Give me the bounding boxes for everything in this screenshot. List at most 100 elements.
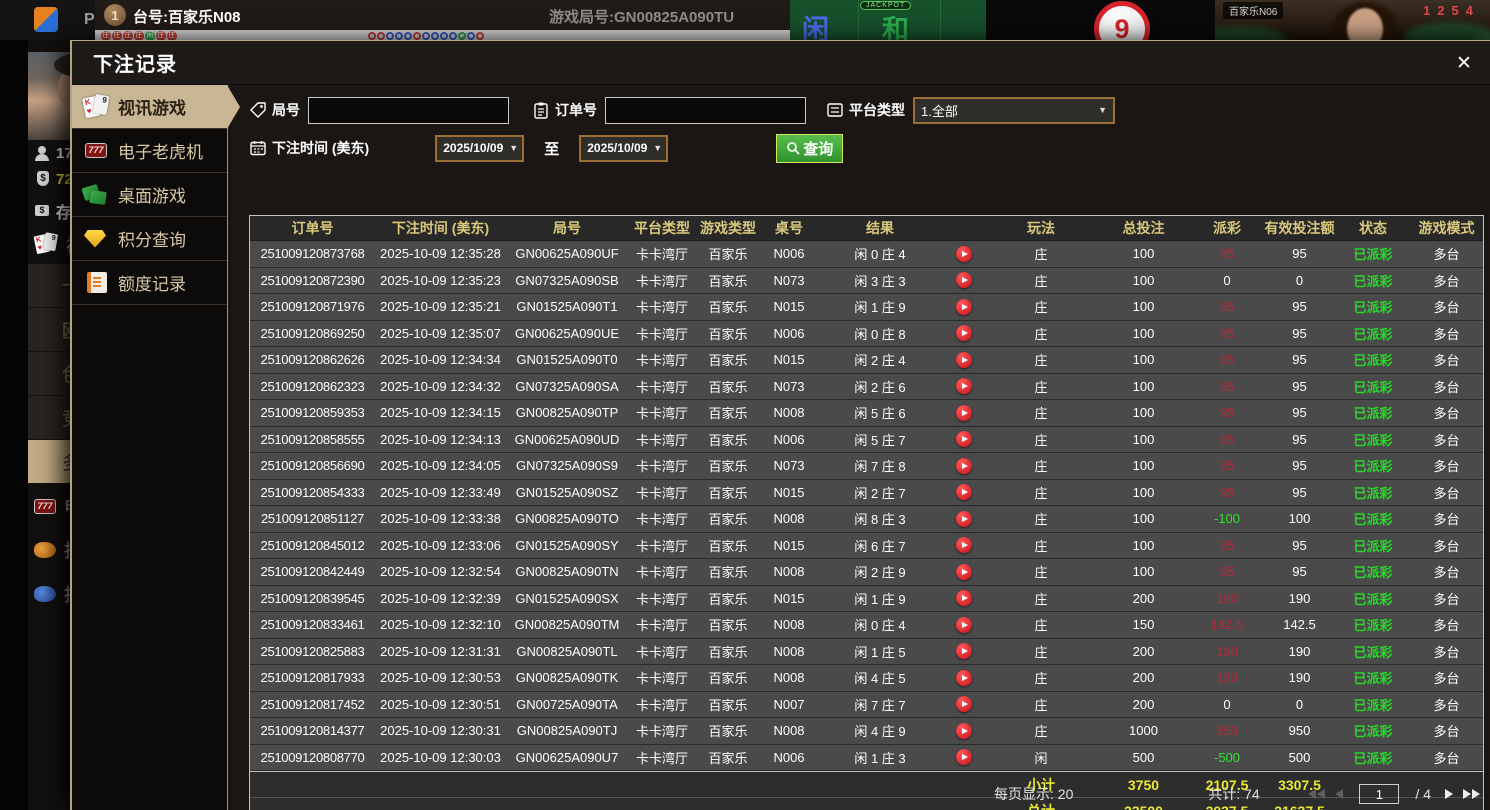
first-page-icon[interactable] — [1308, 789, 1325, 799]
search-button[interactable]: 查询 — [776, 134, 843, 163]
replay-play-icon[interactable] — [956, 325, 972, 341]
menu-item-video-games[interactable]: K♥9 视讯游戏 — [72, 85, 227, 129]
replay-play-icon[interactable] — [956, 299, 972, 315]
replay-play-icon[interactable] — [956, 431, 972, 447]
cell-total-bet: 150 — [1096, 617, 1191, 632]
replay-play-icon[interactable] — [956, 246, 972, 262]
cell-replay — [942, 670, 986, 686]
order-field-label-wrap: 订单号 — [532, 100, 597, 120]
date-to-picker[interactable]: 2025/10/09 ▼ — [579, 135, 668, 162]
cell-payout: 190 — [1191, 670, 1263, 685]
replay-play-icon[interactable] — [956, 723, 972, 739]
replay-play-icon[interactable] — [956, 378, 972, 394]
replay-play-icon[interactable] — [956, 272, 972, 288]
platform-type-select[interactable]: 1.全部 ▼ — [913, 97, 1115, 124]
next-page-icon[interactable] — [1445, 789, 1453, 799]
round-number-input[interactable] — [308, 97, 509, 124]
cell-game-mode: 多台 — [1410, 536, 1483, 555]
page-number-input[interactable] — [1359, 784, 1399, 804]
cell-payout: 95 — [1191, 458, 1263, 473]
cell-result: 闲 0 庄 4 — [818, 615, 942, 634]
cell-order-id: 251009120817452 — [250, 697, 375, 712]
cell-total-bet: 100 — [1096, 273, 1191, 288]
cell-play-side: 庄 — [986, 456, 1096, 475]
table-row: 2510091208719762025-10-09 12:35:21GN0152… — [250, 294, 1483, 321]
replay-play-icon[interactable] — [956, 537, 972, 553]
table-row: 2510091208585552025-10-09 12:34:13GN0062… — [250, 427, 1483, 454]
replay-play-icon[interactable] — [956, 670, 972, 686]
cell-valid-bet: 0 — [1263, 697, 1336, 712]
cell-total-bet: 100 — [1096, 352, 1191, 367]
cell-replay — [942, 484, 986, 500]
cell-result: 闲 5 庄 6 — [818, 403, 942, 422]
replay-play-icon[interactable] — [956, 643, 972, 659]
cell-status: 已派彩 — [1336, 562, 1410, 581]
road-ring — [422, 32, 430, 40]
cell-game-mode: 多台 — [1410, 721, 1483, 740]
tag-icon — [249, 101, 267, 119]
order-number-input[interactable] — [605, 97, 806, 124]
cell-round-number: GN00625A090UD — [506, 432, 628, 447]
cell-table-number: N015 — [760, 538, 818, 553]
cell-game-type: 百家乐 — [696, 695, 760, 714]
menu-item-slots[interactable]: 777 电子老虎机 — [72, 129, 227, 173]
cell-order-id: 251009120808770 — [250, 750, 375, 765]
table-row: 2510091208424492025-10-09 12:32:54GN0082… — [250, 559, 1483, 586]
cell-valid-bet: 95 — [1263, 352, 1336, 367]
cell-payout: 95 — [1191, 246, 1263, 261]
cell-replay — [942, 537, 986, 553]
cell-result: 闲 3 庄 3 — [818, 271, 942, 290]
last-page-icon[interactable] — [1463, 789, 1480, 799]
replay-play-icon[interactable] — [956, 511, 972, 527]
replay-play-icon[interactable] — [956, 749, 972, 765]
video-table-hint — [1215, 26, 1285, 40]
cell-replay — [942, 405, 986, 421]
replay-play-icon[interactable] — [956, 352, 972, 368]
replay-play-icon[interactable] — [956, 590, 972, 606]
replay-play-icon[interactable] — [956, 617, 972, 633]
round-field-label: 局号 — [272, 100, 300, 120]
date-from-picker[interactable]: 2025/10/09 ▼ — [435, 135, 524, 162]
cell-status: 已派彩 — [1336, 615, 1410, 634]
table-games-icon — [82, 182, 110, 208]
replay-play-icon[interactable] — [956, 458, 972, 474]
close-icon[interactable]: ✕ — [1450, 49, 1478, 77]
cell-game-mode: 多台 — [1410, 271, 1483, 290]
cards-icon: K♥9 — [33, 232, 58, 255]
cell-table-number: N006 — [760, 750, 818, 765]
cell-play-side: 庄 — [986, 695, 1096, 714]
cell-round-number: GN00625A090U7 — [506, 750, 628, 765]
replay-play-icon[interactable] — [956, 484, 972, 500]
cell-order-id: 251009120869250 — [250, 326, 375, 341]
menu-item-points-query[interactable]: 积分查询 — [72, 217, 227, 261]
column-header: 有效投注额 — [1263, 218, 1336, 238]
column-header: 桌号 — [760, 218, 818, 238]
replay-play-icon[interactable] — [956, 405, 972, 421]
cell-game-type: 百家乐 — [696, 430, 760, 449]
menu-item-quota-records[interactable]: 额度记录 — [72, 261, 227, 305]
cell-game-type: 百家乐 — [696, 536, 760, 555]
cell-status: 已派彩 — [1336, 536, 1410, 555]
cell-platform: 卡卡湾厅 — [628, 377, 696, 396]
cell-play-side: 庄 — [986, 509, 1096, 528]
cell-play-side: 庄 — [986, 668, 1096, 687]
cell-payout: -100 — [1191, 511, 1263, 526]
cell-round-number: GN00625A090UF — [506, 246, 628, 261]
cell-table-number: N006 — [760, 326, 818, 341]
replay-play-icon[interactable] — [956, 696, 972, 712]
cell-status: 已派彩 — [1336, 403, 1410, 422]
chevron-down-icon: ▼ — [1098, 105, 1107, 115]
cell-bet-time: 2025-10-09 12:34:15 — [375, 405, 506, 420]
platform-type-value: 1.全部 — [921, 101, 958, 120]
cell-order-id: 251009120814377 — [250, 723, 375, 738]
prev-page-icon[interactable] — [1335, 789, 1343, 799]
logo-area — [0, 0, 95, 40]
cell-platform: 卡卡湾厅 — [628, 721, 696, 740]
cell-game-type: 百家乐 — [696, 297, 760, 316]
cell-game-mode: 多台 — [1410, 430, 1483, 449]
cell-total-bet: 200 — [1096, 670, 1191, 685]
replay-play-icon[interactable] — [956, 564, 972, 580]
cell-bet-time: 2025-10-09 12:34:05 — [375, 458, 506, 473]
menu-item-table-games[interactable]: 桌面游戏 — [72, 173, 227, 217]
cell-total-bet: 100 — [1096, 564, 1191, 579]
